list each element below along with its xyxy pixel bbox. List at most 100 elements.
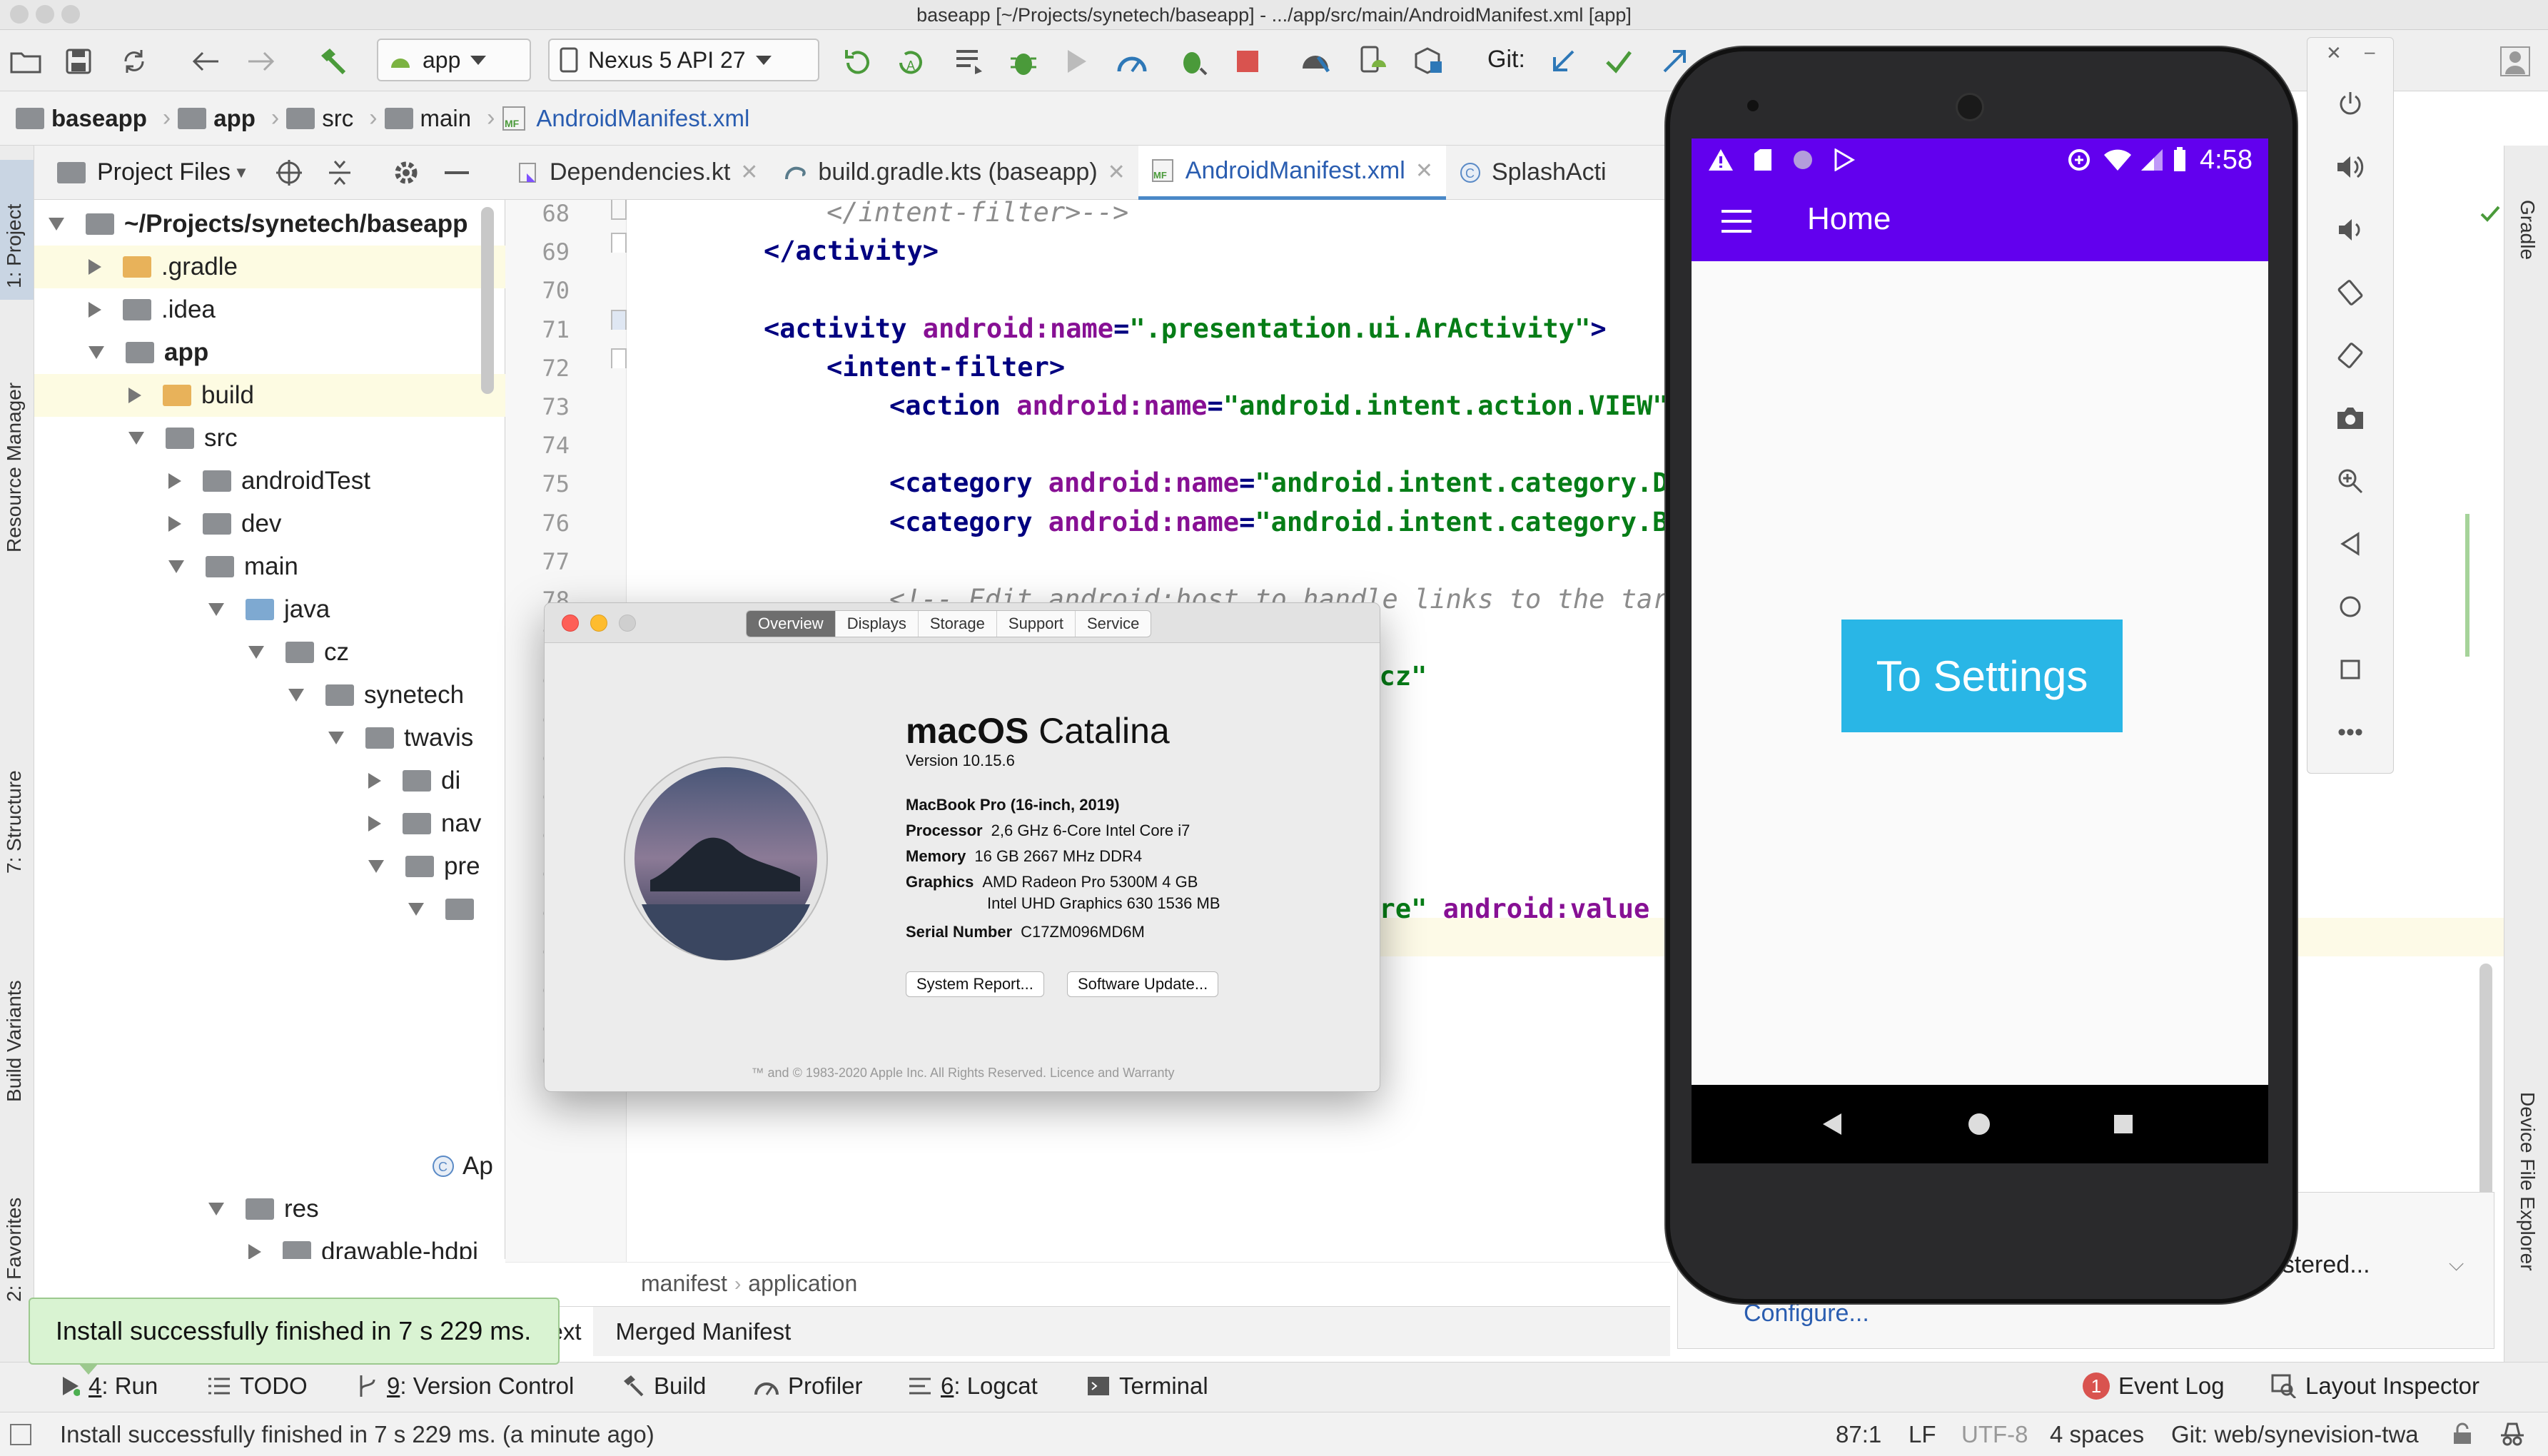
to-settings-button[interactable]: To Settings <box>1841 620 2123 732</box>
avd-manager-icon[interactable] <box>1353 43 1390 80</box>
run-config-select[interactable]: app <box>377 39 531 81</box>
tab-displays[interactable]: Displays <box>836 611 919 637</box>
tab-project[interactable]: 1: Project <box>3 204 26 288</box>
tree-item[interactable]: dev <box>34 502 505 545</box>
apply-code-changes-icon[interactable]: A <box>892 43 929 80</box>
collapsed-arrow-icon[interactable] <box>248 1244 261 1259</box>
fold-marker-icon[interactable] <box>611 233 627 253</box>
tab-build-variants[interactable]: Build Variants <box>3 980 26 1102</box>
tool-layout-inspector[interactable]: Layout Inspector <box>2271 1372 2479 1400</box>
tab-favorites[interactable]: 2: Favorites <box>3 1198 26 1302</box>
collapsed-arrow-icon[interactable] <box>128 388 141 403</box>
profile-gauge-icon[interactable] <box>1113 43 1151 80</box>
collapsed-arrow-icon[interactable] <box>368 773 381 789</box>
tree-item[interactable]: di <box>34 759 505 802</box>
collapsed-arrow-icon[interactable] <box>89 259 101 275</box>
expanded-arrow-icon[interactable] <box>49 218 64 231</box>
sdk-manager-icon[interactable] <box>1298 43 1335 80</box>
expanded-arrow-icon[interactable] <box>408 903 424 916</box>
tree-item[interactable]: src <box>34 417 505 460</box>
nav-home-icon[interactable] <box>1967 1112 1991 1136</box>
tree-item[interactable]: twavis <box>34 717 505 759</box>
tab-storage[interactable]: Storage <box>919 611 997 637</box>
tab-android-manifest[interactable]: MF AndroidManifest.xml ✕ <box>1138 145 1446 200</box>
editor-scrollbar[interactable] <box>2479 964 2492 1220</box>
debug-bug-icon[interactable] <box>1005 43 1042 80</box>
tree-item[interactable]: .gradle <box>34 246 505 288</box>
tab-resource-manager[interactable]: Resource Manager <box>3 383 26 552</box>
sync-icon[interactable] <box>116 43 153 80</box>
volume-up-icon[interactable] <box>2330 146 2371 188</box>
device-select[interactable]: Nexus 5 API 27 <box>548 39 819 81</box>
volume-down-icon[interactable] <box>2330 209 2371 251</box>
tree-item[interactable]: res <box>34 1188 505 1230</box>
back-triangle-icon[interactable] <box>2330 523 2371 565</box>
tab-dependencies[interactable]: Dependencies.kt ✕ <box>505 146 771 200</box>
attach-process-bug-icon[interactable] <box>1175 43 1212 80</box>
tree-item[interactable]: drawable-hdpi <box>34 1230 505 1259</box>
more-options-icon[interactable]: ••• <box>2330 712 2371 753</box>
expanded-arrow-icon[interactable] <box>208 603 224 616</box>
tree-item[interactable]: synetech <box>34 674 505 717</box>
home-circle-icon[interactable] <box>2330 586 2371 627</box>
stop-icon[interactable] <box>1229 43 1266 80</box>
tab-service[interactable]: Service <box>1076 611 1151 637</box>
close-tab-icon[interactable]: ✕ <box>1415 158 1433 183</box>
tree-item[interactable]: androidTest <box>34 460 505 502</box>
locate-target-icon[interactable] <box>275 158 303 187</box>
tab-merged-manifest[interactable]: Merged Manifest <box>616 1318 792 1345</box>
hide-panel-icon[interactable] <box>444 171 469 174</box>
expanded-arrow-icon[interactable] <box>288 689 304 702</box>
tree-item[interactable] <box>34 888 505 931</box>
breadcrumb-item-baseapp[interactable]: baseapp <box>16 105 147 132</box>
expanded-arrow-icon[interactable] <box>128 432 144 445</box>
tool-build[interactable]: Build <box>621 1372 706 1400</box>
minimize-window-button[interactable] <box>590 615 607 632</box>
close-tab-icon[interactable]: ✕ <box>1108 160 1126 185</box>
tool-profiler[interactable]: Profiler <box>754 1372 863 1400</box>
breadcrumb-item-main[interactable]: main <box>384 105 471 132</box>
breadcrumb-item-app[interactable]: app <box>178 105 256 132</box>
chevron-down-icon[interactable]: ▼ <box>233 163 249 182</box>
back-arrow-icon[interactable] <box>187 43 224 80</box>
inspector-hat-icon[interactable] <box>2498 1421 2527 1447</box>
tree-item[interactable]: C Ap <box>34 1145 505 1188</box>
expanded-arrow-icon[interactable] <box>89 346 104 359</box>
tool-logcat[interactable]: 6: Logcat <box>908 1372 1038 1400</box>
status-message[interactable]: Install successfully finished in 7 s 229… <box>60 1421 654 1448</box>
line-separator[interactable]: LF <box>1909 1421 1936 1448</box>
collapsed-arrow-icon[interactable] <box>368 816 381 831</box>
expanded-arrow-icon[interactable] <box>208 1203 224 1215</box>
camera-icon[interactable] <box>2330 398 2371 439</box>
editor-crumb-application[interactable]: application <box>748 1270 857 1297</box>
close-emulator-icon[interactable]: ✕ <box>2326 42 2342 64</box>
tool-todo[interactable]: TODO <box>207 1372 308 1400</box>
tree-item[interactable]: nav <box>34 802 505 845</box>
git-commit-check-icon[interactable] <box>1600 43 1637 80</box>
tree-item[interactable]: java <box>34 588 505 631</box>
breadcrumb-item-src[interactable]: src <box>286 105 353 132</box>
save-all-icon[interactable] <box>60 43 97 80</box>
fold-marker-icon[interactable] <box>611 348 627 368</box>
project-view-selector[interactable]: Project Files <box>97 158 231 186</box>
install-notification-balloon[interactable]: Install successfully finished in 7 s 229… <box>29 1298 560 1365</box>
close-window-button[interactable] <box>562 615 579 632</box>
collapsed-arrow-icon[interactable] <box>168 473 181 489</box>
attach-debugger-icon[interactable] <box>951 43 988 80</box>
tree-item[interactable]: cz <box>34 631 505 674</box>
tab-splash-activity[interactable]: C SplashActi <box>1446 146 1619 200</box>
tree-item[interactable]: main <box>34 545 505 588</box>
power-icon[interactable] <box>2330 84 2371 125</box>
project-structure-icon[interactable] <box>1410 43 1447 80</box>
collapsed-arrow-icon[interactable] <box>89 302 101 318</box>
tab-gradle[interactable]: Gradle <box>2516 200 2539 260</box>
tab-support[interactable]: Support <box>997 611 1076 637</box>
minimize-emulator-icon[interactable]: – <box>2365 41 2375 63</box>
editor-crumb-manifest[interactable]: manifest <box>641 1270 727 1297</box>
expanded-arrow-icon[interactable] <box>248 646 264 659</box>
emulator-screen[interactable]: 4:58 Home To Settings <box>1692 138 2268 1163</box>
overview-square-icon[interactable] <box>2330 649 2371 690</box>
lock-icon[interactable] <box>2451 1422 2474 1445</box>
fold-marker-icon[interactable] <box>611 310 627 330</box>
settings-gear-icon[interactable] <box>392 158 420 187</box>
